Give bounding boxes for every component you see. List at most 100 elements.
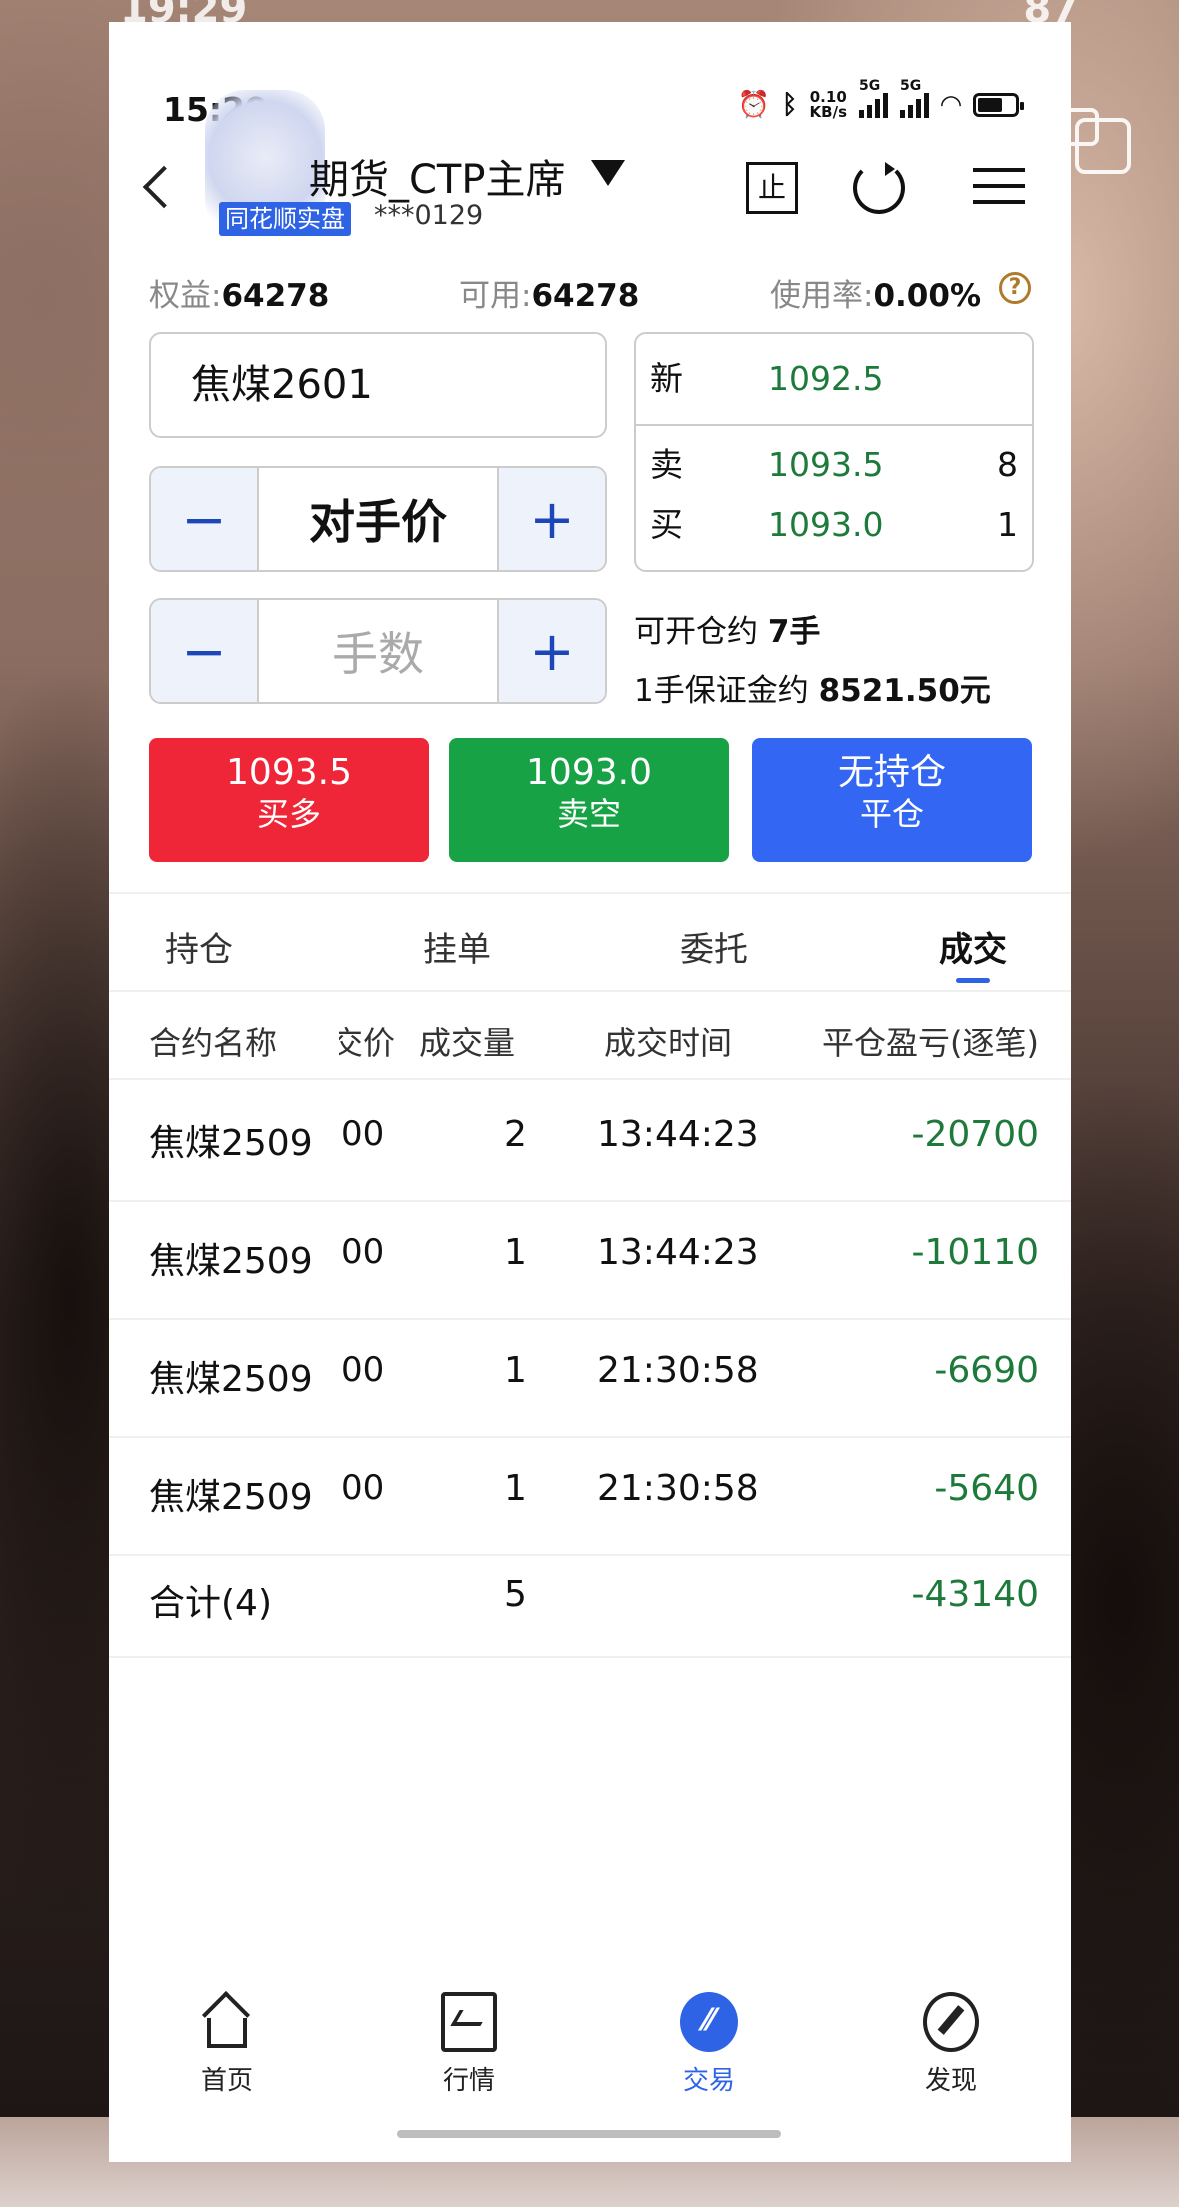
buy-long-button[interactable]: 1093.5 买多	[149, 738, 429, 862]
cell-contract: 焦煤2509	[149, 1359, 313, 1400]
cell-qty: 1	[504, 1232, 527, 1273]
buy-price: 1093.5	[226, 752, 352, 793]
tab-orders[interactable]: 委托	[680, 922, 748, 971]
usage-label: 使用率:	[770, 278, 874, 314]
price-stepper: − 对手价 +	[149, 466, 607, 572]
table-header: 合约名称 成交价 成交量 成交时间 平仓盈亏(逐笔)	[109, 1018, 1071, 1068]
cell-qty: 1	[504, 1468, 527, 1509]
back-icon[interactable]	[142, 165, 186, 209]
openable-value: 7手	[767, 614, 821, 650]
refresh-icon[interactable]	[853, 162, 905, 214]
nav-market-label: 行情	[442, 2066, 495, 2096]
table-summary-row: 合计(4) 5 -43140	[109, 1556, 1071, 1658]
table-row[interactable]: 焦煤2509 00 1 21:30:58 -5640	[109, 1436, 1071, 1556]
quote-last-row: 新 1092.5	[650, 354, 1018, 404]
net2-label: 5G	[900, 78, 922, 94]
divider	[109, 1078, 1071, 1080]
nav-home[interactable]: 首页	[167, 1992, 287, 2097]
nav-home-label: 首页	[200, 2066, 253, 2096]
cell-pnl: -10110	[911, 1232, 1039, 1273]
account-tag: 同花顺实盘	[219, 202, 351, 236]
contract-input[interactable]: 焦煤2601	[149, 332, 607, 438]
close-position-button[interactable]: 无持仓 平仓	[752, 738, 1032, 862]
account-number: ***0129	[374, 200, 484, 231]
alarm-icon: ⏰	[737, 90, 770, 120]
speed-unit: KB/s	[809, 103, 847, 121]
nav-trade-label: 交易	[682, 2066, 735, 2096]
cell-price: 00	[341, 1232, 385, 1272]
lots-plus-button[interactable]: +	[497, 600, 605, 702]
bottom-nav: 首页 行情 ⁄⁄ 交易 发现	[109, 1992, 1071, 2102]
quote-ask-row: 卖 1093.5 8	[650, 440, 1018, 490]
sell-short-button[interactable]: 1093.0 卖空	[449, 738, 729, 862]
table-row[interactable]: 焦煤2509 00 1 13:44:23 -10110	[109, 1200, 1071, 1320]
close-label: 平仓	[859, 795, 924, 833]
quote-divider	[636, 424, 1032, 426]
lots-minus-button[interactable]: −	[151, 600, 259, 702]
copy-icon	[1061, 108, 1131, 174]
last-label: 新	[650, 359, 683, 398]
cell-qty: 1	[504, 1350, 527, 1391]
table-row[interactable]: 焦煤2509 00 1 21:30:58 -6690	[109, 1318, 1071, 1438]
cell-pnl: -20700	[911, 1114, 1039, 1155]
equity-value: 64278	[221, 278, 330, 314]
account-title[interactable]: 期货_CTP主席	[309, 147, 565, 205]
signal-5g-2-icon: 5G	[900, 78, 929, 118]
table-row[interactable]: 焦煤2509 00 2 13:44:23 -20700	[109, 1082, 1071, 1202]
menu-icon[interactable]	[973, 162, 1025, 214]
equity: 权益:64278	[149, 270, 329, 315]
tab-positions[interactable]: 持仓	[165, 922, 233, 971]
cell-price: 00	[341, 1350, 385, 1390]
available-value: 64278	[531, 278, 640, 314]
lots-input[interactable]: 手数	[259, 600, 497, 702]
home-icon	[201, 1992, 253, 2052]
cell-time: 13:44:23	[597, 1232, 759, 1273]
summary-pnl: -43140	[911, 1574, 1039, 1615]
nav-trade[interactable]: ⁄⁄ 交易	[649, 1992, 769, 2097]
tab-trades[interactable]: 成交	[939, 922, 1007, 983]
nav-discover[interactable]: 发现	[891, 1992, 1011, 2097]
available: 可用:64278	[459, 270, 639, 315]
nav-market[interactable]: 行情	[409, 1992, 529, 2097]
summary-label: 合计(4)	[149, 1583, 272, 1624]
quote-bid-row: 买 1093.0 1	[650, 500, 1018, 550]
help-icon[interactable]: ?	[999, 272, 1031, 304]
cell-contract: 焦煤2509	[149, 1477, 313, 1518]
ask-volume: 8	[997, 445, 1018, 484]
header-price: 成交价	[339, 1024, 395, 1062]
price-type-field[interactable]: 对手价	[259, 468, 497, 570]
header-time: 成交时间	[604, 1024, 733, 1062]
margin-info: 1手保证金约 8521.50元	[634, 665, 991, 710]
usage: 使用率:0.00%	[770, 270, 981, 315]
summary-qty: 5	[504, 1574, 527, 1615]
sell-label: 卖空	[556, 795, 621, 833]
stop-order-button[interactable]: 止	[746, 162, 798, 214]
usage-value: 0.00%	[873, 278, 981, 314]
battery-icon	[973, 93, 1024, 117]
tab-pending[interactable]: 挂单	[423, 922, 491, 971]
openable-info: 可开仓约 7手	[634, 606, 820, 651]
price-plus-button[interactable]: +	[497, 468, 605, 570]
bid-price: 1093.0	[768, 505, 884, 544]
home-indicator[interactable]	[397, 2130, 781, 2138]
buy-label: 买多	[256, 795, 321, 833]
quote-panel: 新 1092.5 卖 1093.5 8 买 1093.0 1	[634, 332, 1034, 572]
phone-screen: 15:29 ⏰ ᛒ 0.10 KB/s 5G 5G ◠ 期货_CTP主席 同花顺…	[109, 22, 1071, 2162]
cell-contract: 焦煤2509	[149, 1241, 313, 1282]
status-icons: ⏰ ᛒ 0.10 KB/s 5G 5G ◠	[737, 78, 1024, 120]
equity-label: 权益:	[149, 278, 222, 314]
header-pnl: 平仓盈亏(逐笔)	[822, 1024, 1039, 1062]
network-speed: 0.10 KB/s	[810, 90, 847, 120]
account-dropdown-icon[interactable]	[591, 160, 625, 186]
chart-icon	[441, 1992, 497, 2052]
net1-label: 5G	[859, 78, 881, 94]
price-minus-button[interactable]: −	[151, 468, 259, 570]
bluetooth-icon: ᛒ	[781, 90, 798, 120]
account-summary: 权益:64278 可用:64278 使用率:0.00% ?	[149, 270, 1031, 314]
openable-label: 可开仓约	[634, 614, 758, 650]
cell-pnl: -6690	[934, 1350, 1039, 1391]
ask-price: 1093.5	[768, 445, 884, 484]
nav-discover-label: 发现	[924, 2066, 977, 2096]
lots-stepper: − 手数 +	[149, 598, 607, 704]
divider	[109, 990, 1071, 992]
